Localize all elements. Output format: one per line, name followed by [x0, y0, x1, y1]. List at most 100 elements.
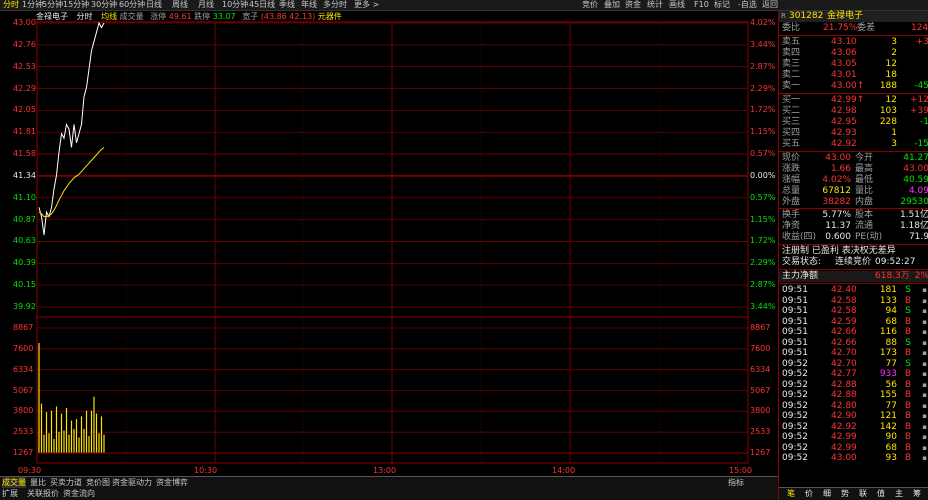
tick-volume: 933 [879, 369, 897, 379]
bid-row[interactable]: 买二 42.98 103 +39 [779, 106, 928, 117]
tick-time: 09:52 [782, 390, 808, 400]
sector-name[interactable]: 元器件 [318, 12, 342, 21]
vol-axis-label: 7600 [13, 343, 34, 353]
toolbar-btn-0[interactable]: 竞价 [582, 0, 598, 10]
pct-axis-label: 2.87% [750, 61, 776, 71]
quote-label-2: 内盘 [855, 197, 874, 207]
toolbar-btn-1[interactable]: 叠加 [604, 0, 620, 10]
ask-label: 卖二 [782, 70, 801, 80]
bid-price: 42.98 [831, 106, 857, 116]
bid-row[interactable]: 买一 42.99↑ 12 +12 [779, 95, 928, 106]
tick-side: S [905, 358, 911, 369]
period-tab-12[interactable]: 年线 [301, 0, 317, 10]
ask-row[interactable]: 卖一 43.00↑ 188 -45 [779, 81, 928, 92]
quote-value-2: 43.00 [903, 164, 928, 174]
sector-value: (43.86 42.13) [260, 12, 316, 21]
extension-tab-0[interactable]: 扩展 [2, 488, 18, 499]
ask-row[interactable]: 卖五 43.10 3 +3 [779, 37, 928, 48]
toolbar-btn-3[interactable]: 统计 [647, 0, 663, 10]
panel-tab-6[interactable]: 主 [895, 488, 903, 499]
period-tab-6[interactable]: 日线 [146, 0, 162, 10]
period-tab-3[interactable]: 15分钟 [63, 0, 89, 10]
ask-row[interactable]: 卖四 43.06 2 [779, 48, 928, 59]
toolbar-btn-7[interactable]: -自选 [738, 0, 757, 10]
tick-price: 42.99 [831, 442, 857, 453]
price-axis-label: 40.87 [13, 214, 36, 224]
extension-tab-2[interactable]: 资金流向 [63, 488, 95, 499]
quote-label-2: 今开 [855, 153, 874, 163]
tick-flag: ▪ [922, 412, 927, 420]
tick-volume: 155 [879, 390, 897, 400]
tick-price: 42.77 [831, 369, 857, 379]
period-tab-2[interactable]: 5分钟 [42, 0, 63, 10]
period-tab-14[interactable]: 更多 > [354, 0, 379, 10]
period-tab-13[interactable]: 多分时 [323, 0, 347, 10]
toolbar-btn-5[interactable]: F10 [694, 0, 709, 10]
indicator-tab-4[interactable]: 资金驱动力 [112, 477, 152, 488]
ask-row[interactable]: 卖二 43.01 18 [779, 70, 928, 81]
time-axis-label: 13:00 [373, 466, 397, 475]
period-tab-10[interactable]: 45日线 [249, 0, 275, 10]
tick-volume: 68 [885, 442, 897, 453]
extension-tab-1[interactable]: 关联报价 [27, 488, 59, 499]
panel-tab-0[interactable]: 笔 [787, 488, 795, 499]
toolbar-btn-6[interactable]: 标记 [714, 0, 730, 10]
period-tab-1[interactable]: 1分钟 [22, 0, 43, 10]
price-axis-label: 43.00 [13, 18, 36, 27]
tick-time: 09:51 [782, 295, 808, 306]
mode-label[interactable]: 分时 [77, 12, 93, 21]
indicator-tab-3[interactable]: 竞价图 [86, 477, 110, 488]
chart-header: 金禄电子 分时 均线 成交量 涨停 49.61 跌停 33.07 宽子 (43.… [36, 11, 342, 22]
period-tab-0[interactable]: 分时 [3, 0, 19, 10]
ask-change: +3 [915, 37, 928, 47]
panel-tab-1[interactable]: 价 [805, 488, 813, 499]
intraday-chart-svg[interactable] [0, 11, 778, 476]
toolbar-btn-8[interactable]: 返回 [762, 0, 778, 10]
panel-tab-2[interactable]: 细 [823, 488, 831, 499]
indicator-tab-5[interactable]: 资金博弈 [156, 477, 188, 488]
panel-tab-3[interactable]: 势 [841, 488, 849, 499]
period-tab-5[interactable]: 60分钟 [119, 0, 145, 10]
vol-axis-label: 6334 [13, 364, 34, 374]
time-axis-label: 15:00 [729, 466, 753, 475]
indicator-tab-2[interactable]: 买卖力道 [50, 477, 82, 488]
bid-label: 买三 [782, 117, 801, 127]
period-tab-4[interactable]: 30分钟 [91, 0, 117, 10]
vol-axis-label: 3800 [13, 406, 34, 416]
panel-tab-5[interactable]: 值 [877, 488, 885, 499]
info-text: 注册制 已盈利 表决权无差异 [782, 246, 896, 256]
time-axis-label: 14:00 [552, 466, 576, 475]
vol-axis-label-right: 5067 [750, 385, 771, 395]
indicator-menu[interactable]: 指标 [728, 477, 744, 488]
net-flow-value: 618.3万 [875, 271, 910, 281]
toolbar-btn-4[interactable]: 画线 [669, 0, 685, 10]
period-tab-11[interactable]: 季线 [279, 0, 295, 10]
toolbar-btn-2[interactable]: 资金 [625, 0, 641, 10]
panel-tab-7[interactable]: 筹 [913, 488, 921, 499]
intraday-chart[interactable]: 金禄电子 分时 均线 成交量 涨停 49.61 跌停 33.07 宽子 (43.… [0, 11, 778, 476]
pct-axis-label: 1.15% [750, 214, 776, 224]
tick-side: B [904, 453, 911, 463]
ask-row[interactable]: 卖三 43.05 12 [779, 59, 928, 70]
vol-axis-label-right: 1267 [750, 448, 771, 457]
separator [779, 93, 928, 94]
pct-axis-label: 2.29% [750, 83, 776, 93]
bid-row[interactable]: 买五 42.92 3 -15 [779, 139, 928, 150]
period-tab-7[interactable]: 周线 [172, 0, 188, 10]
avg-line-label[interactable]: 均线 [101, 12, 117, 21]
tick-side: S [905, 337, 911, 348]
period-tab-9[interactable]: 10分钟 [222, 0, 248, 10]
bid-row[interactable]: 买四 42.93 1 [779, 128, 928, 139]
tick-volume: 68 [885, 316, 897, 327]
period-tab-8[interactable]: 月线 [198, 0, 214, 10]
tick-side: B [904, 379, 911, 390]
tick-price: 42.59 [831, 316, 857, 327]
pct-axis-label: 2.29% [750, 258, 776, 268]
indicator-tab-1[interactable]: 量比 [30, 477, 46, 488]
tick-row: 09:52 42.80 77 B ▪ [779, 401, 928, 412]
bid-row[interactable]: 买三 42.95 228 -1 [779, 117, 928, 128]
indicator-tab-0[interactable]: 成交量 [2, 477, 26, 488]
ask-volume: 12 [885, 59, 897, 69]
net-flow-row[interactable]: 主力净额 618.3万 2% [779, 271, 928, 282]
panel-tab-4[interactable]: 联 [859, 488, 867, 499]
